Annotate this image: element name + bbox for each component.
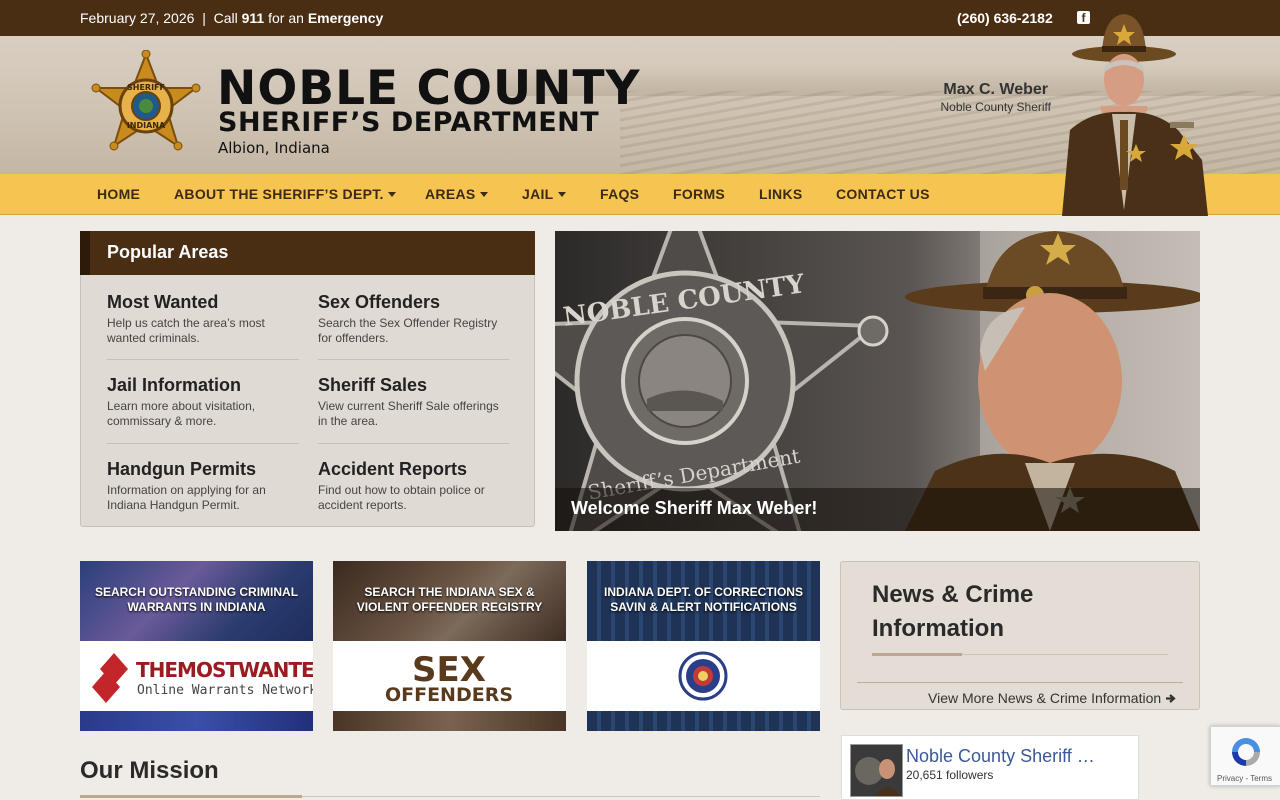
divider: [318, 359, 509, 360]
nav-faqs[interactable]: FAQS: [600, 186, 639, 202]
heading-rule: [962, 654, 1168, 655]
site-title-line2[interactable]: SHERIFF’S DEPARTMENT: [218, 108, 599, 138]
facebook-page-avatar[interactable]: [850, 744, 903, 797]
hero-slider[interactable]: NOBLE COUNTY Sheriff’s Department Welcom…: [555, 231, 1200, 531]
tile-header: SEARCH THE INDIANA SEX & VIOLENT OFFENDE…: [333, 561, 566, 641]
tile-most-wanted[interactable]: SEARCH OUTSTANDING CRIMINAL WARRANTS IN …: [80, 561, 313, 731]
nav-links[interactable]: LINKS: [759, 186, 803, 202]
heading-rule: [302, 796, 820, 797]
nav-jail[interactable]: JAIL: [522, 186, 566, 202]
sheriff-portrait: [1062, 14, 1208, 216]
chevron-down-icon: [387, 192, 396, 197]
current-date: February 27, 2026: [80, 10, 195, 26]
tile-footer: [80, 711, 313, 731]
sex-offenders-logo: SEX OFFENDERS: [385, 650, 513, 706]
emergency-notice: February 27, 2026 | Call 911 for an Emer…: [80, 10, 384, 26]
divider: [318, 443, 509, 444]
nav-about[interactable]: ABOUT THE SHERIFF’S DEPT.: [174, 186, 396, 202]
popular-areas-header: Popular Areas: [80, 231, 535, 275]
recaptcha-icon: [1232, 738, 1260, 766]
chevron-down-icon: [557, 192, 566, 197]
facebook-followers: 20,651 followers: [906, 768, 994, 782]
emergency-number: 911: [241, 10, 265, 26]
indiana-doc-seal-icon: [678, 651, 728, 701]
sheriff-title: Noble County Sheriff: [940, 100, 1051, 114]
svg-text:Online Warrants Network: Online Warrants Network: [137, 683, 313, 698]
facebook-page-widget[interactable]: Noble County Sheriff … 20,651 followers: [841, 735, 1139, 800]
tile-header: INDIANA DEPT. OF CORRECTIONS SAVIN & ALE…: [587, 561, 820, 641]
svg-text:OFFENDERS: OFFENDERS: [385, 684, 513, 706]
mission-heading: Our Mission: [80, 757, 219, 784]
nav-contact[interactable]: CONTACT US: [836, 186, 930, 202]
popular-area-jail-information[interactable]: Jail Information Learn more about visita…: [107, 375, 299, 429]
site-location: Albion, Indiana: [218, 139, 330, 157]
heading-underline: [80, 795, 302, 798]
popular-area-sex-offenders[interactable]: Sex Offenders Search the Sex Offender Re…: [318, 292, 510, 346]
recaptcha-privacy-link[interactable]: Privacy: [1217, 774, 1243, 783]
popular-area-most-wanted[interactable]: Most Wanted Help us catch the area’s mos…: [107, 292, 299, 346]
popular-area-sheriff-sales[interactable]: Sheriff Sales View current Sheriff Sale …: [318, 375, 510, 429]
hero-image: NOBLE COUNTY Sheriff’s Department: [555, 231, 1200, 531]
view-more-news-link[interactable]: View More News & Crime Information: [928, 690, 1176, 706]
popular-areas-heading: Popular Areas: [107, 242, 229, 262]
divider: [107, 359, 299, 360]
badge-text-top: SHERIFF: [127, 83, 165, 92]
nav-areas[interactable]: AREAS: [425, 186, 488, 202]
popular-area-handgun-permits[interactable]: Handgun Permits Information on applying …: [107, 459, 299, 513]
emergency-word: Emergency: [307, 10, 384, 26]
tile-footer: [333, 711, 566, 731]
slide-caption[interactable]: Welcome Sheriff Max Weber!: [571, 498, 817, 519]
popular-areas-panel: Popular Areas Most Wanted Help us catch …: [80, 231, 535, 527]
chevron-down-icon: [479, 192, 488, 197]
tile-header: SEARCH OUTSTANDING CRIMINAL WARRANTS IN …: [80, 561, 313, 641]
heading-underline: [872, 653, 962, 656]
sheriff-name: Max C. Weber: [943, 81, 1048, 98]
sheriff-star-logo[interactable]: SHERIFF INDIANA: [88, 50, 204, 162]
facebook-page-name[interactable]: Noble County Sheriff …: [906, 746, 1095, 767]
nav-home[interactable]: HOME: [97, 186, 140, 202]
tile-logo-area: THEMOSTWANTED.NET Online Warrants Networ…: [80, 641, 313, 711]
svg-text:THEMOSTWANTED.NET: THEMOSTWANTED.NET: [136, 658, 313, 682]
tile-footer: [587, 711, 820, 731]
phone-number[interactable]: (260) 636-2182: [957, 10, 1053, 26]
tile-doc-savin[interactable]: INDIANA DEPT. OF CORRECTIONS SAVIN & ALE…: [587, 561, 820, 731]
themostwanted-logo: THEMOSTWANTED.NET Online Warrants Networ…: [92, 653, 313, 703]
news-crime-panel: News & Crime Information View More News …: [840, 561, 1200, 710]
badge-text-bottom: INDIANA: [127, 121, 166, 130]
recaptcha-links: Privacy - Terms: [1217, 774, 1272, 783]
arrow-right-icon: [1166, 694, 1176, 703]
news-heading: News & Crime Information: [872, 581, 1034, 642]
divider: [857, 682, 1183, 683]
nav-forms[interactable]: FORMS: [673, 186, 725, 202]
tile-logo-area: [587, 641, 820, 711]
tile-sex-offenders[interactable]: SEARCH THE INDIANA SEX & VIOLENT OFFENDE…: [333, 561, 566, 731]
popular-area-accident-reports[interactable]: Accident Reports Find out how to obtain …: [318, 459, 510, 513]
divider: [107, 443, 299, 444]
recaptcha-terms-link[interactable]: Terms: [1250, 774, 1272, 783]
tile-logo-area: SEX OFFENDERS: [333, 641, 566, 711]
recaptcha-badge[interactable]: Privacy - Terms: [1210, 726, 1280, 786]
